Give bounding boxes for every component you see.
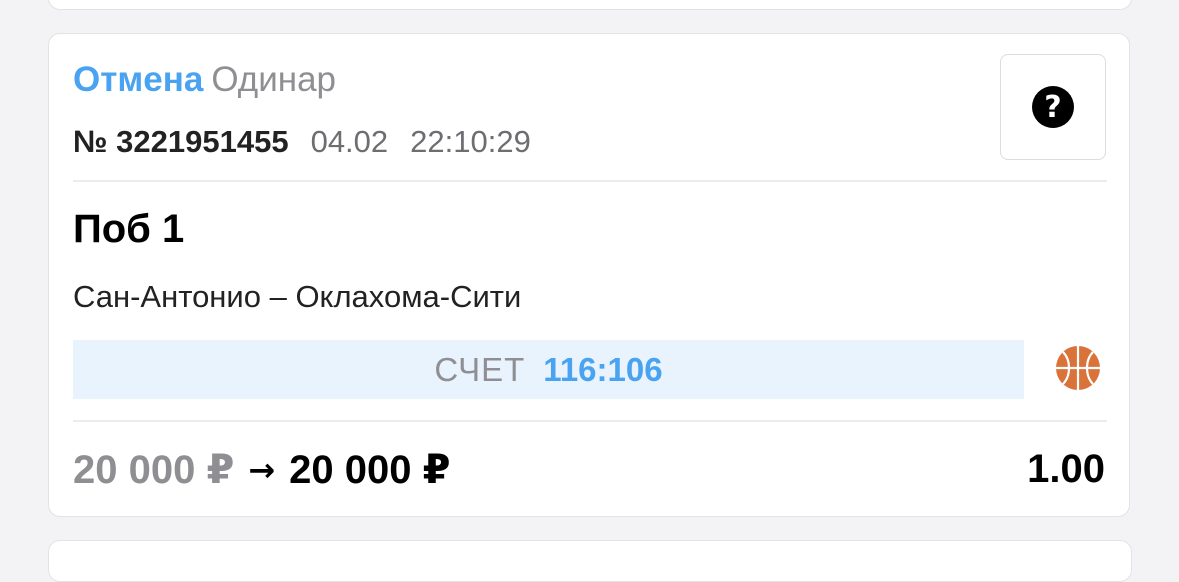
question-icon: ?	[1032, 86, 1074, 128]
bet-outcome: Поб 1	[73, 207, 185, 251]
help-button[interactable]: ?	[1000, 54, 1106, 160]
bet-meta: № 3221951455 04.02 22:10:29	[73, 124, 531, 160]
score-value: 116:106	[543, 350, 663, 388]
bet-title: Отмена Одинар	[73, 60, 336, 100]
next-bet-card[interactable]	[48, 540, 1132, 582]
stake-amount: 20 000 ₽	[73, 448, 235, 492]
bet-card[interactable]: Отмена Одинар № 3221951455 04.02 22:10:29 ?…	[48, 33, 1130, 517]
score-bar: СЧЕТ 116:106	[73, 340, 1024, 399]
bet-odds: 1.00	[1027, 447, 1105, 491]
arrow-right-icon: →	[248, 451, 276, 489]
payout-amount: 20 000 ₽	[289, 448, 451, 492]
score-label: СЧЕТ	[434, 350, 526, 388]
bet-date: 04.02	[310, 124, 389, 159]
amounts-row: 20 000 ₽ → 20 000 ₽	[73, 447, 450, 493]
previous-bet-card[interactable]	[48, 0, 1132, 10]
basketball-icon	[1056, 346, 1100, 390]
bet-time: 22:10:29	[410, 124, 531, 159]
bet-number: № 3221951455	[73, 124, 289, 159]
divider	[73, 180, 1107, 182]
divider	[73, 420, 1107, 422]
bet-status: Отмена	[73, 60, 204, 99]
bet-type: Одинар	[211, 60, 337, 99]
event-name[interactable]: Сан-Антонио – Оклахома-Сити	[73, 279, 521, 315]
